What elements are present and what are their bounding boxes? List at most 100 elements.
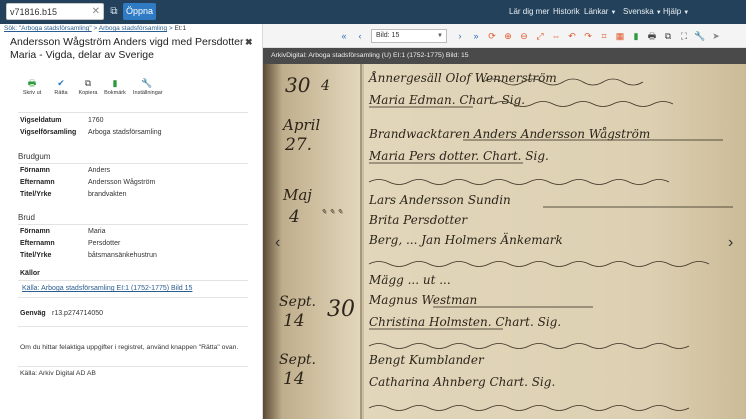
field-key: Förnamn <box>20 228 50 235</box>
margin-text: 4 <box>320 78 330 94</box>
bookmark-label: Bokmärk <box>104 90 126 96</box>
image-settings-icon[interactable]: ▦ <box>613 29 627 43</box>
search-input[interactable] <box>10 5 90 19</box>
fit-width-icon[interactable]: ⇔ <box>549 29 563 43</box>
prev-image-arrow[interactable]: ‹ <box>275 234 280 252</box>
fullscreen-icon[interactable]: ⛶ <box>677 29 691 43</box>
field-value: båtsmansänkehustrun <box>88 252 157 259</box>
record-line: Magnus Westman <box>368 293 477 307</box>
scanned-page[interactable]: 30 4 April 27. Maj 4 Sept. 14 30 Sept. 1… <box>263 64 746 419</box>
margin-text: 14 <box>283 311 305 331</box>
search-box: ✕ <box>6 3 104 20</box>
check-icon: ✔ <box>57 78 65 88</box>
margin-text: 14 <box>283 369 305 389</box>
field-value: r13.p274714050 <box>52 310 103 317</box>
zoom-out-icon[interactable]: ⊖ <box>517 29 531 43</box>
top-navbar: ✕ ⧉ Öppna Lär dig mer Historik Länkar▼ S… <box>0 0 746 24</box>
divider <box>18 224 248 225</box>
page-select[interactable]: Bild: 15 ▼ <box>371 29 447 43</box>
divider <box>18 112 248 113</box>
next-page-icon[interactable]: › <box>453 29 467 43</box>
image-caption: ArkivDigital: Arboga stadsförsamling (U)… <box>263 48 746 64</box>
source-credit: Källa: Arkiv Digital AD AB <box>20 370 96 377</box>
open-button[interactable]: Öppna <box>123 3 156 20</box>
divider <box>18 163 248 164</box>
next-image-arrow[interactable]: › <box>728 234 733 252</box>
margin-text: 30 <box>285 73 311 97</box>
print-label: Skriv ut <box>22 90 42 96</box>
correct-label: Rätta <box>54 90 68 96</box>
clear-icon[interactable]: ✕ <box>92 5 100 19</box>
field-value: Arboga stadsförsamling <box>88 129 162 136</box>
last-page-icon[interactable]: » <box>469 29 483 43</box>
nav-links-label: Länkar <box>584 7 609 16</box>
correct-button[interactable]: ✔ Rätta <box>47 78 75 96</box>
field-value: Persdotter <box>88 240 121 247</box>
copy-label: Kopiera <box>78 90 98 96</box>
bookmark-icon: ▮ <box>112 78 118 88</box>
breadcrumb: Sök: "Arboga stadsförsamling" > Arboga s… <box>4 25 187 32</box>
field-key: Vigselförsamling <box>20 129 77 136</box>
record-line: Ånnergesäll Olof Wennerström <box>367 70 557 85</box>
field-value: 1760 <box>88 117 104 124</box>
wrench-icon: 🔧 <box>141 78 153 88</box>
groom-heading: Brudgum <box>18 152 51 161</box>
nav-learn-more[interactable]: Lär dig mer <box>509 0 549 24</box>
record-line: Maria Edman. Chart. Sig. <box>368 93 525 107</box>
nav-history[interactable]: Historik <box>553 0 580 24</box>
printer-icon: 🖶 <box>27 78 37 88</box>
print-button[interactable]: 🖶 Skriv ut <box>18 78 46 96</box>
copy-button[interactable]: ⧉ Kopiera <box>74 78 102 96</box>
divider <box>18 280 248 281</box>
first-page-icon[interactable]: « <box>337 29 351 43</box>
nav-language[interactable]: Svenska ▼ <box>623 0 662 24</box>
margin-text: Sept. <box>279 294 316 310</box>
nav-language-label: Svenska <box>623 7 654 16</box>
settings-button[interactable]: 🔧 Inställningar <box>133 78 163 96</box>
field-key: Efternamn <box>20 240 55 247</box>
record-title: Andersson Wågström Anders vigd med Persd… <box>10 36 244 61</box>
divider <box>18 297 248 298</box>
bride-heading: Brud <box>18 213 35 222</box>
copy-icon[interactable]: ⧉ <box>661 29 675 43</box>
record-line: Catharina Ahnberg Chart. Sig. <box>369 375 555 389</box>
record-line: Christina Holmsten. Chart. Sig. <box>369 315 561 329</box>
field-key: Förnamn <box>20 167 50 174</box>
pointer-icon[interactable]: ➤ <box>709 29 723 43</box>
close-icon[interactable]: ✖ <box>245 37 253 48</box>
refresh-icon[interactable]: ⟳ <box>485 29 499 43</box>
chevron-down-icon: ▼ <box>437 33 443 39</box>
margin-text: 4 <box>288 207 300 227</box>
record-line: Berg, ... Jan Holmers Änkemark <box>368 231 563 247</box>
page-select-value: Bild: 15 <box>376 32 400 39</box>
wrench-icon[interactable]: 🔧 <box>693 29 707 43</box>
margin-text: April <box>281 116 320 134</box>
record-line: Maria Pers dotter. Chart. Sig. <box>368 149 549 163</box>
breadcrumb-parish[interactable]: Arboga stadsförsamling <box>99 25 167 32</box>
record-line: Lars Andersson Sundin <box>368 193 511 207</box>
nav-links[interactable]: Länkar ▼ <box>584 0 616 24</box>
crop-icon[interactable]: ⌗ <box>597 29 611 43</box>
margin-text: Maj <box>282 186 312 204</box>
field-key: Vigseldatum <box>20 117 62 124</box>
copy-icon[interactable]: ⧉ <box>107 4 121 19</box>
prev-page-icon[interactable]: ‹ <box>353 29 367 43</box>
field-key: Titel/Yrke <box>20 191 52 198</box>
divider <box>18 326 248 327</box>
breadcrumb-search[interactable]: Sök: "Arboga stadsförsamling" <box>4 25 92 32</box>
nav-help[interactable]: Hjälp ▼ <box>663 0 689 24</box>
correction-note: Om du hittar felaktiga uppgifter i regis… <box>20 344 239 351</box>
rotate-left-icon[interactable]: ↶ <box>565 29 579 43</box>
copy-icon: ⧉ <box>84 78 92 88</box>
divider <box>18 366 248 367</box>
record-line: Brandwacktaren Anders Andersson Wågström <box>368 126 650 141</box>
print-icon[interactable]: 🖶 <box>645 29 659 43</box>
zoom-in-icon[interactable]: ⊕ <box>501 29 515 43</box>
fit-icon[interactable]: ⤢ <box>533 29 547 43</box>
settings-label: Inställningar <box>133 90 163 96</box>
bookmark-button[interactable]: ▮ Bokmärk <box>101 78 129 96</box>
record-line: Bengt Kumblander <box>368 353 485 367</box>
bookmark-icon[interactable]: ▮ <box>629 29 643 43</box>
rotate-right-icon[interactable]: ↷ <box>581 29 595 43</box>
source-link[interactable]: Källa: Arboga stadsförsamling EI:1 (1752… <box>22 285 192 292</box>
